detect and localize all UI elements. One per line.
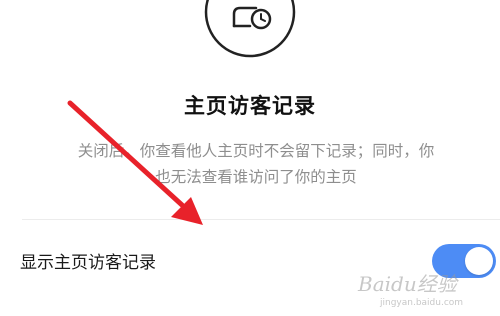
section-title: 主页访客记录	[184, 94, 316, 118]
description-line-2: 也无法查看谁访问了你的主页	[155, 168, 357, 186]
setting-label: 显示主页访客记录	[20, 253, 156, 273]
watermark-url: jingyan.baidu.com	[380, 298, 464, 308]
baidu-watermark: Baidu经验 jingyan.baidu.com	[358, 268, 494, 312]
history-clock-icon	[204, 0, 296, 58]
watermark-brand: Baidu经验	[358, 272, 457, 296]
section-description: 关闭后，你查看他人主页时不会留下记录；同时，你 也无法查看谁访问了你的主页	[36, 138, 476, 190]
privacy-setting-page: 主页访客记录 关闭后，你查看他人主页时不会留下记录；同时，你 也无法查看谁访问了…	[0, 0, 500, 316]
description-line-1: 关闭后，你查看他人主页时不会留下记录；同时，你	[77, 142, 435, 160]
divider	[22, 219, 500, 220]
